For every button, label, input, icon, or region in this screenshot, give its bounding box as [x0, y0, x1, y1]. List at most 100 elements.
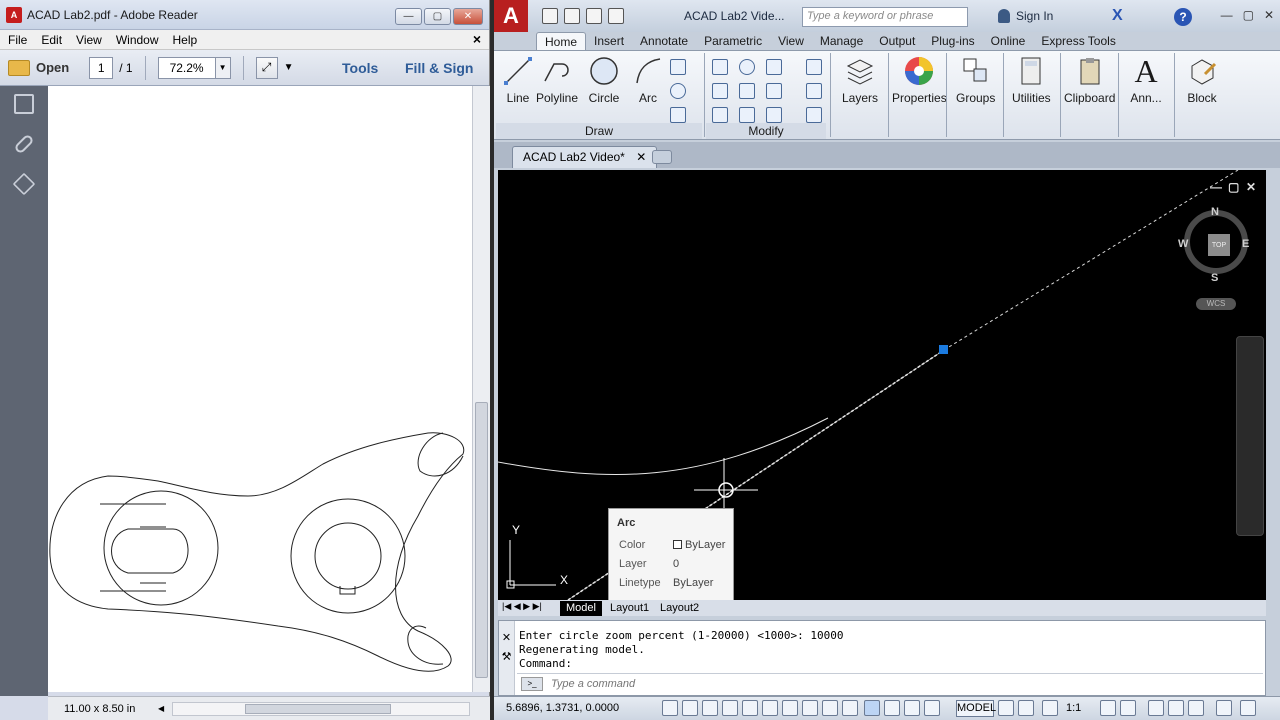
tab-express-tools[interactable]: Express Tools: [1033, 32, 1123, 50]
wcs-menu[interactable]: WCS: [1196, 298, 1236, 310]
hscroll-thumb[interactable]: [245, 703, 392, 714]
fill-sign-button[interactable]: Fill & Sign: [405, 60, 473, 76]
plot-icon[interactable]: [608, 8, 624, 24]
rectangle-icon[interactable]: [670, 59, 686, 75]
tab-plug-ins[interactable]: Plug-ins: [923, 32, 982, 50]
navigation-bar[interactable]: [1236, 336, 1264, 536]
toolbar-options-icon[interactable]: ▼: [284, 62, 294, 73]
snap-mode-icon[interactable]: [682, 700, 698, 716]
sign-in-button[interactable]: Sign In: [1016, 9, 1053, 23]
tools-button[interactable]: Tools: [342, 60, 378, 76]
ortho-mode-icon[interactable]: [722, 700, 738, 716]
dynamic-input-icon[interactable]: [842, 700, 858, 716]
layers-icon[interactable]: [12, 172, 36, 196]
scale-icon[interactable]: [739, 107, 755, 123]
layout-nav-arrows-icon[interactable]: |◀ ◀ ▶ ▶|: [502, 601, 542, 612]
command-settings-icon[interactable]: ⚒: [499, 650, 514, 663]
tab-annotate[interactable]: Annotate: [632, 32, 696, 50]
scroll-left-icon[interactable]: ◀: [158, 704, 164, 713]
help-icon[interactable]: ?: [1174, 8, 1192, 26]
annotation-scale-value[interactable]: 1:1: [1066, 702, 1081, 714]
polyline-tool-button[interactable]: Polyline: [536, 55, 578, 105]
new-file-icon[interactable]: [542, 8, 558, 24]
circle-tool-button[interactable]: Circle: [588, 55, 620, 105]
reader-vertical-scrollbar[interactable]: [472, 86, 490, 692]
dynamic-ucs-icon[interactable]: [822, 700, 838, 716]
hatch-icon[interactable]: [670, 107, 686, 123]
clean-screen-icon[interactable]: [1240, 700, 1256, 716]
copy-icon[interactable]: [712, 83, 728, 99]
lock-icon[interactable]: [1168, 700, 1184, 716]
fit-page-icon[interactable]: ⤢: [255, 56, 278, 79]
block-button[interactable]: Block: [1186, 55, 1218, 105]
viewport-minimize-icon[interactable]: —: [1210, 180, 1222, 194]
attachments-icon[interactable]: [13, 133, 35, 155]
coordinates-readout[interactable]: 5.6896, 1.3731, 0.0000: [506, 702, 619, 714]
pages-icon[interactable]: [14, 94, 34, 114]
quick-properties-icon[interactable]: [904, 700, 920, 716]
auto-scale-icon[interactable]: [1120, 700, 1136, 716]
array-icon[interactable]: [766, 107, 782, 123]
command-prompt-icon[interactable]: >_: [521, 676, 543, 691]
viewcube[interactable]: TOP: [1184, 210, 1248, 274]
draw-panel-label[interactable]: Draw: [496, 123, 702, 139]
save-icon[interactable]: [586, 8, 602, 24]
object-snap-icon[interactable]: [762, 700, 778, 716]
zoom-dropdown-icon[interactable]: ▼: [214, 56, 231, 79]
viewport-close-icon[interactable]: ✕: [1246, 180, 1256, 194]
move-icon[interactable]: [712, 59, 728, 75]
tab-layout2[interactable]: Layout2: [654, 601, 705, 616]
maximize-button[interactable]: ▢: [424, 8, 451, 25]
trim-icon[interactable]: [766, 59, 782, 75]
erase-icon[interactable]: [806, 59, 822, 75]
transparency-icon[interactable]: [884, 700, 900, 716]
acad-maximize-button[interactable]: ▢: [1243, 8, 1254, 22]
open-button[interactable]: Open: [36, 60, 69, 75]
file-tab[interactable]: ACAD Lab2 Video* ✕: [512, 146, 658, 168]
layers-button[interactable]: Layers: [842, 55, 878, 105]
acad-close-button[interactable]: ✕: [1264, 8, 1274, 22]
menu-file[interactable]: File: [8, 33, 27, 47]
exchange-icon[interactable]: X: [1112, 7, 1123, 25]
clipboard-button[interactable]: Clipboard: [1064, 55, 1115, 105]
offset-icon[interactable]: [806, 107, 822, 123]
tab-insert[interactable]: Insert: [586, 32, 632, 50]
quick-view-layouts-icon[interactable]: [998, 700, 1014, 716]
properties-button[interactable]: Properties: [892, 55, 947, 105]
ellipse-icon[interactable]: [670, 83, 686, 99]
lineweight-icon[interactable]: [864, 700, 880, 716]
command-line-handle[interactable]: ✕ ⚒: [499, 621, 515, 695]
keyword-search-input[interactable]: Type a keyword or phrase: [802, 7, 968, 27]
open-file-icon[interactable]: [564, 8, 580, 24]
explode-icon[interactable]: [806, 83, 822, 99]
tab-manage[interactable]: Manage: [812, 32, 871, 50]
tab-layout1[interactable]: Layout1: [604, 601, 655, 616]
line-tool-button[interactable]: Line: [502, 55, 534, 105]
scroll-thumb[interactable]: [475, 402, 488, 678]
zoom-input[interactable]: 72.2%: [157, 56, 216, 79]
annotation-scale-icon[interactable]: [1042, 700, 1058, 716]
folder-icon[interactable]: [8, 59, 30, 76]
tab-parametric[interactable]: Parametric: [696, 32, 770, 50]
annotation-button[interactable]: A Ann...: [1130, 53, 1162, 106]
page-number-input[interactable]: 1: [89, 56, 114, 79]
infer-constraints-icon[interactable]: [662, 700, 678, 716]
menu-edit[interactable]: Edit: [41, 33, 62, 47]
menu-help[interactable]: Help: [173, 33, 198, 47]
application-menu-icon[interactable]: A: [494, 0, 528, 32]
menu-window[interactable]: Window: [116, 33, 159, 47]
tab-output[interactable]: Output: [871, 32, 923, 50]
statusbar-menu-icon[interactable]: [1216, 700, 1232, 716]
object-snap-tracking-icon[interactable]: [802, 700, 818, 716]
workspace-gear-icon[interactable]: [1148, 700, 1164, 716]
grid-display-icon[interactable]: [702, 700, 718, 716]
modify-panel-label[interactable]: Modify: [706, 123, 826, 139]
command-input[interactable]: [551, 677, 694, 690]
tab-home[interactable]: Home: [536, 32, 587, 50]
model-space-button[interactable]: MODEL: [956, 700, 996, 717]
mirror-icon[interactable]: [739, 83, 755, 99]
minimize-button[interactable]: —: [395, 8, 422, 25]
acad-minimize-button[interactable]: —: [1221, 8, 1233, 22]
close-document-icon[interactable]: ×: [473, 31, 481, 47]
selection-cycling-icon[interactable]: [924, 700, 940, 716]
